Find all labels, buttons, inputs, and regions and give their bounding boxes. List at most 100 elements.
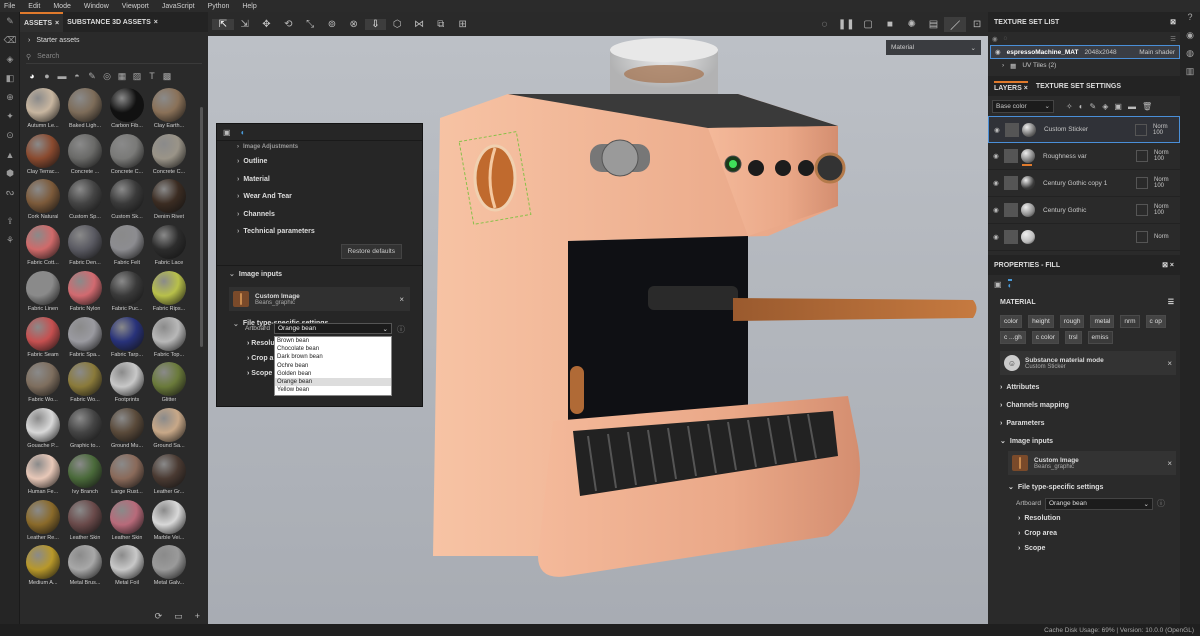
- layer-mask-slot[interactable]: [1136, 231, 1148, 243]
- asset-item[interactable]: Fabric Top...: [149, 316, 189, 359]
- material-tab-icon[interactable]: ◐: [1007, 278, 1013, 290]
- asset-item[interactable]: Fabric Nylon: [65, 270, 105, 313]
- asset-item[interactable]: Clay Terrac...: [23, 133, 63, 176]
- add-icon[interactable]: +: [195, 611, 200, 621]
- custom-image-slot[interactable]: Custom Image Beans_graphic ×: [1008, 451, 1176, 475]
- polygon-fill-icon[interactable]: ⬢: [0, 164, 20, 183]
- artboard-option[interactable]: Golden bean: [275, 370, 391, 378]
- grid-filter-icon[interactable]: ▩: [161, 70, 173, 82]
- all-filter-icon[interactable]: ◕: [26, 70, 38, 82]
- section-material[interactable]: › Material: [217, 171, 422, 189]
- filters-filter-icon[interactable]: ◓: [71, 70, 83, 82]
- asset-item[interactable]: Fabric Lace: [149, 225, 189, 267]
- rotate-icon[interactable]: ⟲: [277, 19, 299, 30]
- layer-mask-slot[interactable]: [1135, 123, 1147, 136]
- uv-transform-icon[interactable]: ⇲: [234, 19, 256, 30]
- layer-opacity[interactable]: 100: [1154, 183, 1180, 189]
- path-icon[interactable]: ᔓ: [0, 183, 20, 202]
- material-mode-card[interactable]: ☺ Substance material mode Custom Sticker …: [1000, 351, 1176, 375]
- channel-chip[interactable]: metal: [1090, 315, 1115, 328]
- asset-item[interactable]: Fabric Wo...: [65, 362, 105, 404]
- section-technical-parameters[interactable]: › Technical parameters: [217, 223, 422, 241]
- eraser-icon[interactable]: ⌫: [0, 31, 20, 50]
- align-icon[interactable]: ⧉: [430, 19, 452, 30]
- image-tab-icon[interactable]: ▣: [223, 128, 231, 137]
- artboard-option[interactable]: Dark brown bean: [275, 353, 391, 361]
- info-icon[interactable]: ⓘ: [397, 324, 405, 335]
- menu-item-edit[interactable]: Edit: [28, 3, 40, 10]
- layer-row[interactable]: ◉ Roughness var Norm 100: [988, 143, 1180, 170]
- asset-item[interactable]: Fabric Seam: [23, 316, 63, 359]
- scene-icon[interactable]: ⚘: [0, 231, 20, 250]
- asset-item[interactable]: Human Fe...: [23, 453, 63, 496]
- list-menu-icon[interactable]: ☰: [1170, 35, 1176, 43]
- menu-item-javascript[interactable]: JavaScript: [162, 3, 195, 10]
- screenshot-icon[interactable]: ⊡: [966, 19, 988, 30]
- brushes-filter-icon[interactable]: ✎: [86, 70, 98, 82]
- new-layer-icon[interactable]: ▣: [1114, 102, 1122, 111]
- asset-item[interactable]: Fabric Rips...: [149, 270, 189, 313]
- section-crop-area[interactable]: › Crop area: [988, 526, 1200, 541]
- close-icon[interactable]: ×: [1167, 459, 1172, 468]
- asset-item[interactable]: Custom Sk...: [107, 179, 147, 221]
- asset-item[interactable]: Ground Mu...: [107, 408, 147, 450]
- eye-icon[interactable]: ◉: [988, 179, 1004, 187]
- artboard-option[interactable]: Brown bean: [275, 337, 391, 345]
- tab-substance-3d-assets[interactable]: SUBSTANCE 3D ASSETS ×: [63, 12, 162, 32]
- channel-chip[interactable]: c ...gh: [1000, 331, 1026, 344]
- asset-item[interactable]: Ivy Branch: [65, 453, 105, 496]
- shader-settings-icon[interactable]: ▥: [1180, 66, 1200, 84]
- asset-item[interactable]: Footprints: [107, 362, 147, 404]
- folder-icon[interactable]: ▭: [174, 611, 183, 622]
- asset-item[interactable]: Metal Foil: [107, 545, 147, 587]
- asset-item[interactable]: Fabric Cott...: [23, 225, 63, 267]
- section-file-type-settings[interactable]: ⌄File type-specific settings: [988, 478, 1200, 496]
- restore-defaults-button[interactable]: Restore defaults: [340, 243, 402, 259]
- channel-chip[interactable]: rough: [1059, 315, 1085, 328]
- textures-filter-icon[interactable]: ▦: [116, 70, 128, 82]
- section-parameters[interactable]: › Parameters: [988, 414, 1200, 432]
- effects-icon[interactable]: ✧: [1066, 102, 1073, 111]
- paint-mode-icon[interactable]: ／: [944, 16, 967, 32]
- section-scope[interactable]: › Scope: [988, 541, 1200, 556]
- asset-item[interactable]: Autumn Le...: [23, 88, 63, 130]
- projection-icon[interactable]: ◈: [0, 50, 20, 69]
- help-icon[interactable]: ?: [1180, 12, 1200, 30]
- scale-icon[interactable]: ⤡: [299, 19, 321, 30]
- fill-layer-icon[interactable]: ◈: [1102, 102, 1108, 111]
- layer-mask-slot[interactable]: [1136, 150, 1148, 162]
- artboard-option[interactable]: Yellow bean: [275, 386, 391, 394]
- menu-item-python[interactable]: Python: [208, 3, 230, 10]
- distribute-icon[interactable]: ⊞: [452, 19, 474, 30]
- asset-item[interactable]: Cork Natural: [23, 179, 63, 221]
- eye-icon[interactable]: ◉: [988, 233, 1004, 241]
- cube-icon[interactable]: ⬡: [386, 19, 408, 30]
- asset-item[interactable]: Medium A...: [23, 545, 63, 587]
- eye-icon[interactable]: ◉: [988, 206, 1004, 214]
- clone-icon[interactable]: ⊕: [0, 88, 20, 107]
- eye-icon[interactable]: ◉: [992, 35, 998, 43]
- asset-item[interactable]: Leather Re...: [23, 499, 63, 542]
- material-tab-icon[interactable]: ◐: [241, 128, 246, 137]
- smart-materials-filter-icon[interactable]: ▬: [56, 70, 68, 82]
- breadcrumb[interactable]: › Starter assets: [20, 32, 208, 48]
- channel-chip[interactable]: nrm: [1120, 315, 1140, 328]
- close-icon[interactable]: ×: [154, 19, 158, 26]
- environments-filter-icon[interactable]: ▨: [131, 70, 143, 82]
- scrollbar[interactable]: [200, 107, 203, 347]
- symmetry-icon[interactable]: ⋈: [408, 19, 430, 30]
- bake-icon[interactable]: ▲: [0, 145, 20, 164]
- channel-chip[interactable]: c color: [1031, 331, 1059, 344]
- section-channels-mapping[interactable]: › Channels mapping: [988, 396, 1200, 414]
- transform-icon[interactable]: ⇱: [212, 18, 234, 30]
- texture-set-icon[interactable]: ◉: [1180, 30, 1200, 48]
- layer-opacity[interactable]: 100: [1154, 156, 1180, 162]
- asset-item[interactable]: Denim Rivet: [149, 179, 189, 221]
- blend-mode[interactable]: Norm: [1154, 234, 1180, 240]
- asset-item[interactable]: Custom Sp...: [65, 179, 105, 221]
- tab-assets[interactable]: ASSETS ×: [20, 12, 64, 32]
- asset-item[interactable]: Fabric Puc...: [107, 270, 147, 313]
- eye-icon[interactable]: ◉: [988, 152, 1004, 160]
- menu-item-viewport[interactable]: Viewport: [122, 3, 149, 10]
- asset-item[interactable]: Metal Brus...: [65, 545, 105, 587]
